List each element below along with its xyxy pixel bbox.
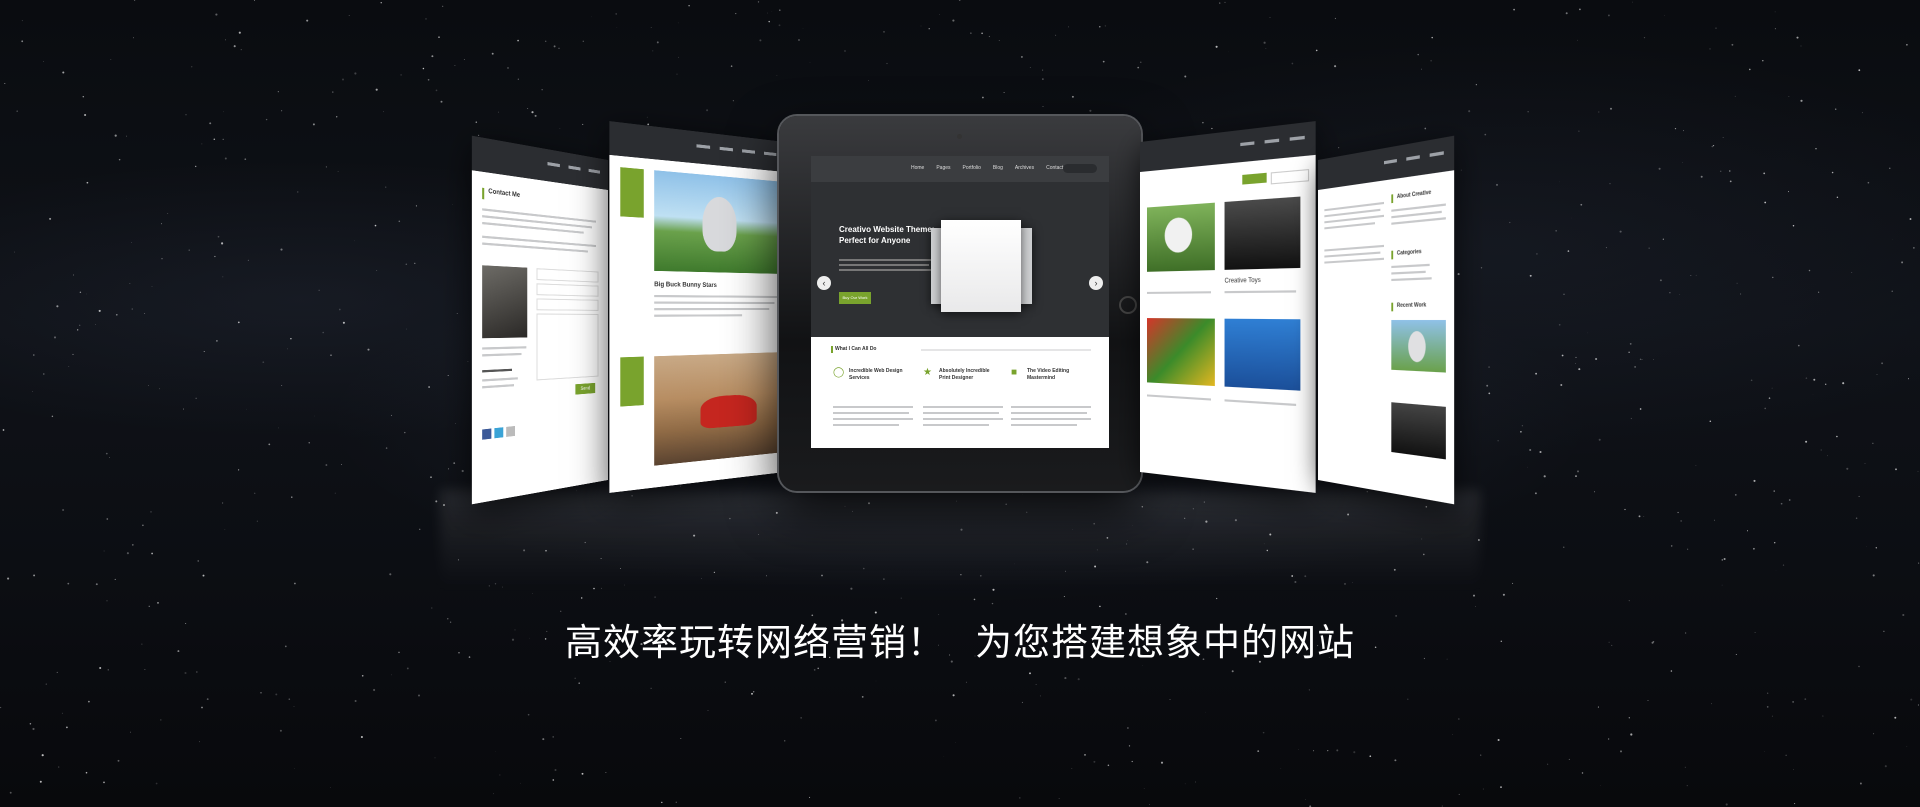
- feature-title[interactable]: Incredible Web Design Services: [849, 368, 909, 382]
- accent-bar: [1391, 250, 1394, 260]
- nav-contact[interactable]: Contact: [1046, 165, 1063, 171]
- feature-title[interactable]: Absolutely Incredible Print Designer: [939, 368, 999, 382]
- mockup-blog-page: Big Buck Bunny Stars: [609, 121, 785, 493]
- search-box[interactable]: [1063, 164, 1097, 173]
- name-field[interactable]: [536, 268, 599, 283]
- portfolio-thumb-panda[interactable]: [1146, 202, 1215, 272]
- post-image-cars: [654, 352, 780, 466]
- film-icon: ■: [1011, 367, 1018, 378]
- hero-slider: ‹ › Creativo Website Theme: Perfect for …: [811, 182, 1109, 352]
- recent-thumb-dark[interactable]: [1391, 402, 1446, 460]
- filter-button[interactable]: [1270, 168, 1310, 185]
- caption-left: 高效率玩转网络营销！: [565, 621, 945, 664]
- subject-field[interactable]: [536, 298, 599, 311]
- categories-title: Categories: [1396, 248, 1422, 257]
- car-figure: [700, 393, 757, 430]
- accent-bar: [1391, 302, 1394, 312]
- recent-title: Recent Work: [1396, 302, 1427, 310]
- facebook-icon[interactable]: [482, 428, 492, 440]
- slide-card: [941, 220, 1021, 312]
- message-field[interactable]: [536, 313, 599, 381]
- hero-text-lines: [839, 256, 939, 274]
- nav-archives[interactable]: Archives: [1015, 165, 1034, 171]
- tablet-home-button: [1119, 296, 1137, 314]
- caption-right: 为您搭建想象中的网站: [975, 621, 1355, 664]
- twitter-icon[interactable]: [494, 427, 504, 439]
- accent-bar: [831, 346, 833, 353]
- email-icon[interactable]: [506, 425, 515, 437]
- slider-next-arrow[interactable]: ›: [1089, 276, 1103, 290]
- site-navigation: Home Pages Portfolio Blog Archives Conta…: [811, 156, 1109, 182]
- mockup-reflection: [440, 490, 1480, 590]
- tablet-camera: [957, 134, 962, 139]
- post-title[interactable]: Big Buck Bunny Stars: [654, 282, 717, 289]
- hero-title: Creativo Website Theme: Perfect for Anyo…: [839, 225, 935, 245]
- feature-title[interactable]: The Video Editing Mastermind: [1027, 368, 1087, 382]
- accent-bar: [1391, 194, 1394, 204]
- nav-home[interactable]: Home: [911, 165, 924, 171]
- tablet-device: Home Pages Portfolio Blog Archives Conta…: [779, 116, 1141, 491]
- date-badge: [620, 167, 644, 218]
- about-title: About Creative: [1396, 189, 1432, 201]
- send-button[interactable]: Send: [575, 382, 596, 395]
- nav-pages[interactable]: Pages: [936, 165, 950, 171]
- bunny-figure: [702, 195, 737, 253]
- slider-prev-arrow[interactable]: ‹: [817, 276, 831, 290]
- post-image: [654, 170, 780, 274]
- hero-buy-button[interactable]: Buy Our Work: [839, 292, 871, 304]
- profile-photo: [482, 265, 528, 339]
- nav-blog[interactable]: Blog: [993, 165, 1003, 171]
- mockup-portfolio-page: Creative Toys: [1140, 121, 1316, 493]
- portfolio-thumb-portrait[interactable]: [1224, 196, 1301, 270]
- tablet-screen: Home Pages Portfolio Blog Archives Conta…: [811, 156, 1109, 448]
- mockup-contact-page: Contact Me Send: [471, 135, 608, 505]
- filter-button-active[interactable]: [1242, 172, 1267, 185]
- email-field[interactable]: [536, 283, 599, 297]
- nav-portfolio[interactable]: Portfolio: [963, 165, 981, 171]
- portfolio-thumb-surf[interactable]: [1224, 318, 1301, 391]
- banner-caption: 高效率玩转网络营销！ 为您搭建想象中的网站: [0, 612, 1920, 666]
- date-badge: [620, 356, 644, 407]
- section-title: What I Can All Do: [835, 346, 877, 352]
- portfolio-item-title[interactable]: Creative Toys: [1225, 278, 1261, 285]
- star-icon: ★: [923, 367, 932, 378]
- search-icon: ◯: [833, 367, 845, 378]
- mockup-about-page: About Creative Categories Recent Work: [1318, 135, 1455, 505]
- recent-thumb-bunny[interactable]: [1391, 320, 1446, 373]
- hero-banner: Contact Me Send Big Buck Bunny Stars Hom…: [0, 0, 1920, 807]
- contact-title: Contact Me: [488, 188, 521, 200]
- portfolio-thumb-toys[interactable]: [1146, 318, 1215, 387]
- accent-bar: [482, 187, 485, 200]
